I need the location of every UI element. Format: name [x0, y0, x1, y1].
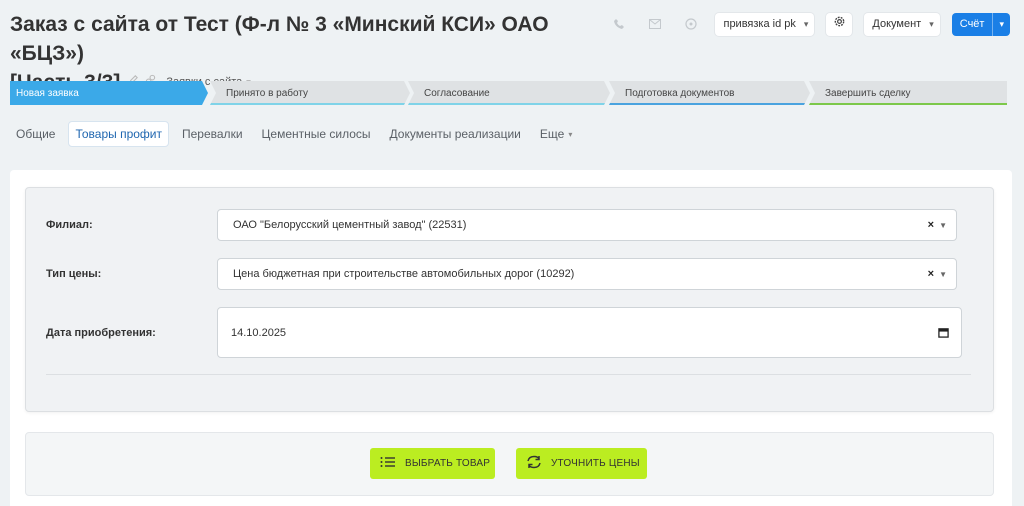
refresh-icon [526, 455, 542, 472]
select-product-label: ВЫБРАТЬ ТОВАР [405, 458, 491, 469]
update-prices-button[interactable]: УТОЧНИТЬ ЦЕНЫ [516, 448, 647, 479]
gear-icon [833, 15, 846, 33]
stage-documents[interactable]: Подготовка документов [609, 81, 810, 105]
settings-button[interactable] [826, 12, 853, 36]
price-type-label: Тип цены: [46, 268, 102, 280]
binding-label: привязка id pk [723, 18, 796, 30]
phone-icon[interactable] [607, 12, 631, 36]
stage-label: Согласование [424, 87, 490, 99]
stage-label: Завершить сделку [825, 87, 911, 99]
purchase-date-label: Дата приобретения: [46, 327, 156, 339]
purchase-date-input[interactable]: 14.10.2025 [217, 307, 962, 358]
update-prices-label: УТОЧНИТЬ ЦЕНЫ [551, 458, 640, 469]
stage-accepted[interactable]: Принято в работу [210, 81, 410, 105]
divider [46, 374, 971, 375]
tab-label: Цементные силосы [261, 127, 371, 141]
stage-approval[interactable]: Согласование [408, 81, 610, 105]
tab-label: Общие [16, 127, 56, 141]
chevron-down-icon: ▾ [929, 18, 934, 29]
branch-label: Филиал: [46, 219, 93, 231]
stage-new-request[interactable]: Новая заявка [10, 81, 208, 105]
stage-complete[interactable]: Завершить сделку [809, 81, 1007, 105]
title-line1: Заказ с сайта от Тест (Ф-л № 3 «Минский … [10, 13, 549, 65]
tab-more[interactable]: Еще ▾ [534, 122, 578, 146]
mail-icon[interactable] [643, 12, 667, 36]
actions-section [25, 432, 994, 496]
stage-label: Подготовка документов [625, 87, 735, 99]
chevron-down-icon[interactable]: ▼ [939, 270, 947, 279]
bill-label: Счёт [952, 12, 994, 36]
chevron-down-icon[interactable]: ▼ [939, 221, 947, 230]
tab-label: Перевалки [182, 127, 243, 141]
tab-transshipment[interactable]: Перевалки [176, 122, 249, 146]
chat-icon[interactable] [679, 12, 703, 36]
tab-general[interactable]: Общие [10, 122, 61, 146]
stage-label: Принято в работу [226, 87, 309, 99]
tab-products-profit[interactable]: Товары профит [68, 121, 169, 147]
tab-label: Еще [539, 127, 565, 141]
document-label: Документ [872, 18, 922, 30]
clear-icon[interactable]: × [928, 268, 934, 280]
tab-sales-documents[interactable]: Документы реализации [384, 122, 527, 146]
header-toolbar: привязка id pk ▾ Документ ▾ Счёт ▾ [607, 12, 1010, 36]
document-dropdown[interactable]: Документ ▾ [864, 12, 940, 36]
chevron-down-icon[interactable]: ▾ [993, 19, 1010, 30]
stage-label: Новая заявка [16, 87, 79, 99]
stage-pipeline: Новая заявка Принято в работу Согласован… [10, 81, 1007, 105]
clear-icon[interactable]: × [928, 219, 934, 231]
tabs-bar: Общие Товары профит Перевалки Цементные … [10, 121, 585, 147]
tab-label: Товары профит [75, 127, 162, 141]
chevron-down-icon: ▾ [803, 18, 809, 29]
list-icon [380, 456, 396, 471]
branch-select[interactable]: ОАО "Белорусский цементный завод" (22531… [217, 209, 957, 241]
binding-dropdown[interactable]: привязка id pk ▾ [715, 12, 815, 36]
calendar-icon[interactable] [938, 327, 949, 341]
tab-cement-silos[interactable]: Цементные силосы [256, 122, 377, 146]
purchase-date-value: 14.10.2025 [231, 326, 287, 339]
branch-value: ОАО "Белорусский цементный завод" (22531… [233, 219, 467, 231]
tab-label: Документы реализации [389, 127, 521, 141]
price-type-value: Цена бюджетная при строительстве автомоб… [233, 268, 575, 280]
select-product-button[interactable]: ВЫБРАТЬ ТОВАР [370, 448, 495, 479]
bill-button[interactable]: Счёт ▾ [951, 12, 1010, 36]
chevron-down-icon: ▾ [568, 129, 573, 139]
price-type-select[interactable]: Цена бюджетная при строительстве автомоб… [217, 258, 957, 290]
